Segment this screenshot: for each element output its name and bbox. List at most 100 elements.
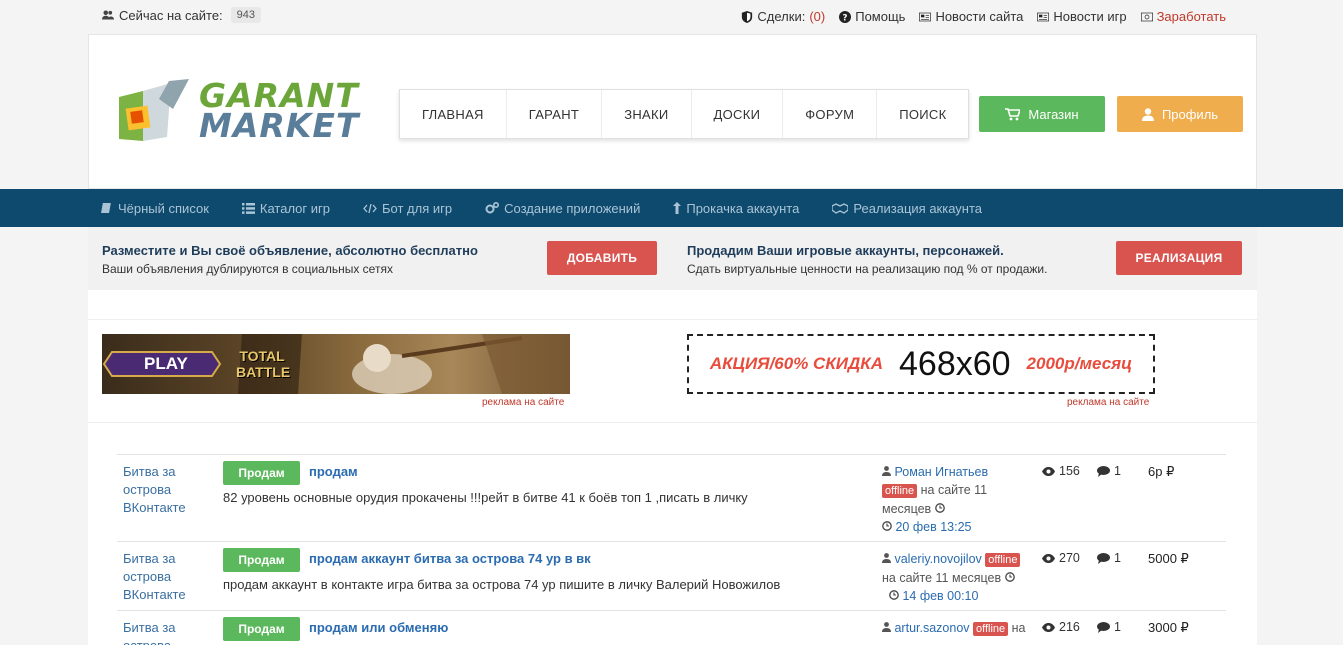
listing-title-link[interactable]: продам <box>309 464 358 479</box>
subnav-sale[interactable]: Реализация аккаунта <box>832 201 982 216</box>
nav-garant[interactable]: ГАРАНТ <box>507 90 603 138</box>
list-icon <box>241 202 255 214</box>
secondary-nav: Чёрный список Каталог игр Бот для игр Со… <box>0 189 1343 227</box>
user-icon <box>882 622 891 632</box>
ad-promo-discount: АКЦИЯ/60% СКИДКА <box>709 354 883 373</box>
subnav-bot[interactable]: Бот для игр <box>363 201 452 216</box>
subnav-bot-label: Бот для игр <box>382 200 453 216</box>
user-icon <box>1141 107 1154 121</box>
listing-type-badge[interactable]: Продам <box>223 548 300 572</box>
table-row: Битва за острова ВКонтакте Продам продам… <box>117 541 1226 610</box>
svg-text:?: ? <box>843 13 848 23</box>
ad-caption-right[interactable]: реклама на сайте <box>1067 397 1149 408</box>
listing-type-badge[interactable]: Продам <box>223 461 300 485</box>
subnav-apps-label: Создание приложений <box>504 200 641 216</box>
listing-price: 6р ₽ <box>1148 464 1175 479</box>
shield-icon <box>742 10 753 23</box>
nav-boards[interactable]: ДОСКИ <box>692 90 784 138</box>
status-badge: offline <box>882 484 918 498</box>
book-icon <box>101 203 111 213</box>
site-logo[interactable]: GARANT MARKET <box>113 79 358 147</box>
nav-search[interactable]: ПОИСК <box>877 90 968 138</box>
banner-play: PLAY <box>144 354 188 373</box>
users-icon <box>102 10 114 20</box>
top-links: Сделки: (0) ? Помощь Новости сайта Новост… <box>741 9 1226 24</box>
subnav-apps[interactable]: Создание приложений <box>485 201 640 216</box>
listing-title-link[interactable]: продам или обменяю <box>309 620 448 635</box>
handshake-icon <box>832 202 849 214</box>
top-bar: Сейчас на сайте: 943 Сделки: (0) ? Помощь… <box>0 0 1343 34</box>
eye-icon <box>1042 622 1055 632</box>
views-value: 270 <box>1059 551 1080 565</box>
user-icon <box>882 553 891 563</box>
listing-game-link[interactable]: Битва за острова ВКонтакте <box>123 463 203 517</box>
help-link[interactable]: ? Помощь <box>839 9 905 24</box>
ad-size: 468x60 <box>899 344 1011 383</box>
total-battle-banner[interactable]: PLAY TOTAL BATTLE <box>102 334 570 394</box>
author-link[interactable]: artur.sazonov <box>894 621 969 635</box>
comment-icon <box>1097 621 1110 633</box>
subnav-catalog[interactable]: Каталог игр <box>241 200 330 216</box>
clock-icon <box>934 503 945 513</box>
listing-price: 5000 ₽ <box>1148 551 1189 566</box>
subnav-levelup-label: Прокачка аккаунта <box>686 200 800 216</box>
site-news-link[interactable]: Новости сайта <box>919 9 1023 24</box>
question-icon: ? <box>839 10 852 23</box>
ad-promo-price: 2000р/месяц <box>1026 354 1133 373</box>
game-news-label: Новости игр <box>1053 9 1127 24</box>
listing-type-badge[interactable]: Продам <box>223 617 300 641</box>
subnav-levelup[interactable]: Прокачка аккаунта <box>673 201 799 216</box>
listing-price: 3000 ₽ <box>1148 620 1189 635</box>
user-icon <box>882 466 891 476</box>
online-count: 943 <box>230 7 262 23</box>
last-seen: на сайте 11 месяцев <box>882 571 1002 585</box>
listing-author: artur.sazonov offline на <box>882 619 1032 638</box>
main-nav: ГЛАВНАЯ ГАРАНТ ЗНАКИ ДОСКИ ФОРУМ ПОИСК <box>399 89 970 139</box>
logo-text: GARANT MARKET <box>199 79 360 145</box>
nav-forum[interactable]: ФОРУМ <box>783 90 878 138</box>
comment-icon <box>1097 552 1110 564</box>
logo-emblem-icon <box>119 79 189 141</box>
deals-link[interactable]: Сделки: (0) <box>741 9 825 24</box>
listing-author: valeriy.novojilov offline на сайте 11 ме… <box>882 550 1032 605</box>
comments-count: 1 <box>1097 620 1121 634</box>
subnav-catalog-label: Каталог игр <box>259 200 330 216</box>
author-link[interactable]: Роман Игнатьев <box>894 465 988 479</box>
promo-right-subtitle: Сдать виртуальные ценности на реализацию… <box>687 262 1048 276</box>
subnav-blacklist[interactable]: Чёрный список <box>101 201 209 216</box>
last-seen: на <box>1011 621 1026 635</box>
views-count: 270 <box>1042 551 1080 565</box>
logo-line2: MARKET <box>199 106 360 145</box>
ad-banners: PLAY TOTAL BATTLE реклама на сайте АКЦИЯ… <box>88 320 1257 423</box>
profile-button-label: Профиль <box>1161 106 1219 122</box>
promo-left-title: Разместите и Вы своё объявление, абсолют… <box>102 243 478 258</box>
listing-description: 82 уровень основные орудия прокачены !!!… <box>223 490 748 505</box>
eye-icon <box>1042 553 1055 563</box>
newspaper-icon <box>919 12 932 21</box>
listing-title-link[interactable]: продам аккаунт битва за острова 74 ур в … <box>309 551 591 566</box>
nav-home[interactable]: ГЛАВНАЯ <box>400 90 507 138</box>
realization-button[interactable]: РЕАЛИЗАЦИЯ <box>1116 241 1242 275</box>
shop-button[interactable]: Магазин <box>979 96 1105 132</box>
ad-caption-left[interactable]: реклама на сайте <box>482 397 564 408</box>
site-news-label: Новости сайта <box>935 9 1024 24</box>
clock-icon <box>882 521 892 531</box>
ad-placeholder-box[interactable]: АКЦИЯ/60% СКИДКА 468x60 2000р/месяц <box>687 334 1155 394</box>
online-counter: Сейчас на сайте: 943 <box>102 7 262 23</box>
table-row: Битва за острова ВКонтакте Продам продам… <box>117 454 1226 541</box>
game-news-link[interactable]: Новости игр <box>1037 9 1127 24</box>
newspaper-icon <box>1037 12 1050 21</box>
promo-row: Разместите и Вы своё объявление, абсолют… <box>88 227 1257 290</box>
arrow-up-icon <box>673 202 682 214</box>
online-label: Сейчас на сайте: <box>119 7 223 23</box>
author-link[interactable]: valeriy.novojilov <box>894 552 981 566</box>
listing-game-link[interactable]: Битва за острова ВКонтакте <box>123 550 203 604</box>
add-listing-button[interactable]: ДОБАВИТЬ <box>547 241 657 275</box>
listing-game-link[interactable]: Битва за острова <box>123 619 203 645</box>
nav-signs[interactable]: ЗНАКИ <box>602 90 692 138</box>
comment-icon <box>1097 465 1110 477</box>
profile-button[interactable]: Профиль <box>1117 96 1243 132</box>
earn-link[interactable]: Заработать <box>1140 9 1226 24</box>
clock-icon <box>1004 572 1015 582</box>
site-header: GARANT MARKET ГЛАВНАЯ ГАРАНТ ЗНАКИ ДОСКИ… <box>88 34 1257 189</box>
